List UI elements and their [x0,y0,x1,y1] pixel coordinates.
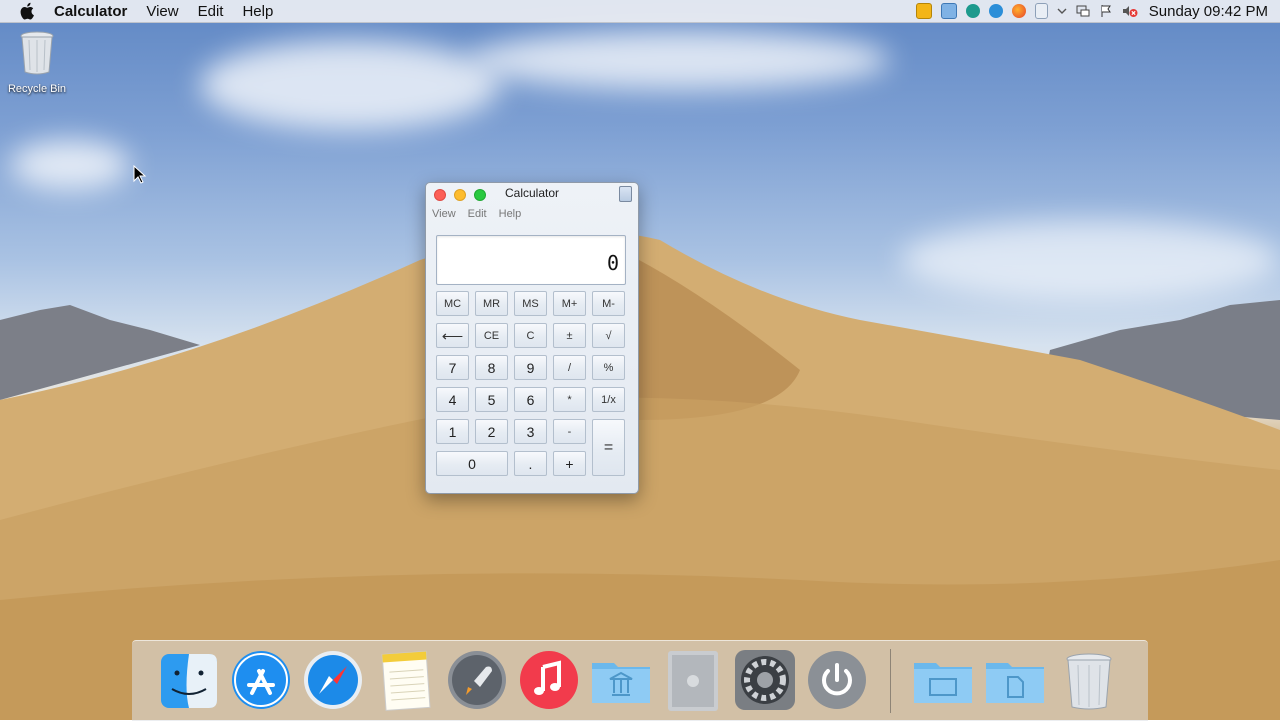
file-manager-icon[interactable] [940,3,957,19]
ce-button[interactable]: CE [475,323,508,348]
music-icon[interactable] [518,649,580,711]
chat-icon[interactable] [965,4,980,18]
display-value: 0 [606,251,619,275]
notes-icon[interactable] [374,649,436,711]
app-store-icon[interactable] [230,649,292,711]
digit-5-button[interactable]: 5 [475,387,508,412]
window-titlebar[interactable]: Calculator [426,183,638,205]
percent-button[interactable]: % [592,355,625,380]
equals-button[interactable]: = [592,419,625,476]
firefox-icon[interactable] [1011,4,1026,18]
calculator-menubar: View Edit Help [432,208,533,220]
reciprocal-button[interactable]: 1/x [592,387,625,412]
clipboard-icon[interactable] [1034,3,1048,19]
decimal-button[interactable]: . [514,451,547,476]
digit-3-button[interactable]: 3 [514,419,547,444]
clock[interactable]: Sunday 09:42 PM [1149,3,1268,20]
menu-view[interactable]: View [146,3,178,20]
digit-1-button[interactable]: 1 [436,419,469,444]
digit-6-button[interactable]: 6 [514,387,547,412]
sqrt-button[interactable]: √ [592,323,625,348]
system-preferences-icon[interactable] [734,649,796,711]
desktop-folder-icon[interactable] [912,649,974,711]
window-title: Calculator [504,186,560,200]
recycle-bin-desktop-icon[interactable]: Recycle Bin [4,30,70,95]
c-button[interactable]: C [514,323,547,348]
system-tray: Sunday 09:42 PM [915,0,1280,22]
recycle-bin-label: Recycle Bin [7,83,67,95]
desktop-wallpaper [0,0,1280,720]
calculator-window: Calculator View Edit Help 0 MC MR MS M+ … [425,182,639,494]
menu-help[interactable]: Help [242,3,273,20]
calc-menu-edit[interactable]: Edit [468,208,487,220]
calc-menu-view[interactable]: View [432,208,456,220]
plus-minus-button[interactable]: ± [553,323,586,348]
ms-button[interactable]: MS [514,291,547,316]
window-pin-icon[interactable] [619,186,632,202]
mr-button[interactable]: MR [475,291,508,316]
trash-icon[interactable] [1058,649,1120,711]
flag-icon[interactable] [1099,4,1113,18]
calculator-display: 0 [436,235,626,285]
applications-folder-icon[interactable] [590,649,652,711]
finder-icon[interactable] [158,649,220,711]
mouse-cursor-icon [133,165,147,184]
digit-7-button[interactable]: 7 [436,355,469,380]
menu-edit[interactable]: Edit [198,3,224,20]
digit-2-button[interactable]: 2 [475,419,508,444]
calc-menu-help[interactable]: Help [499,208,522,220]
subtract-button[interactable]: - [553,419,586,444]
dock [132,640,1148,721]
menu-bar: Calculator View Edit Help Sunday 09:42 P… [0,0,1280,23]
mc-button[interactable]: MC [436,291,469,316]
launchpad-icon[interactable] [446,649,508,711]
digit-4-button[interactable]: 4 [436,387,469,412]
divide-button[interactable]: / [553,355,586,380]
app-menu-calculator[interactable]: Calculator [54,3,127,20]
volume-muted-icon[interactable] [1122,4,1138,18]
dock-separator [890,649,891,713]
chevron-down-icon[interactable] [1057,4,1067,18]
digit-0-button[interactable]: 0 [436,451,508,476]
documents-folder-icon[interactable] [984,649,1046,711]
multiply-button[interactable]: * [553,387,586,412]
mac-pro-icon[interactable] [662,649,724,711]
digit-8-button[interactable]: 8 [475,355,508,380]
m-plus-button[interactable]: M+ [553,291,586,316]
network-icon[interactable] [1076,4,1090,18]
m-minus-button[interactable]: M- [592,291,625,316]
backspace-button[interactable]: ⟵ [436,323,469,348]
recycle-bin-icon [20,31,54,75]
media-player-icon[interactable] [915,3,932,19]
browser-e-icon[interactable] [988,4,1003,18]
digit-9-button[interactable]: 9 [514,355,547,380]
power-icon[interactable] [806,649,868,711]
apple-logo-icon[interactable] [18,2,38,20]
add-button[interactable]: + [553,451,586,476]
safari-icon[interactable] [302,649,364,711]
